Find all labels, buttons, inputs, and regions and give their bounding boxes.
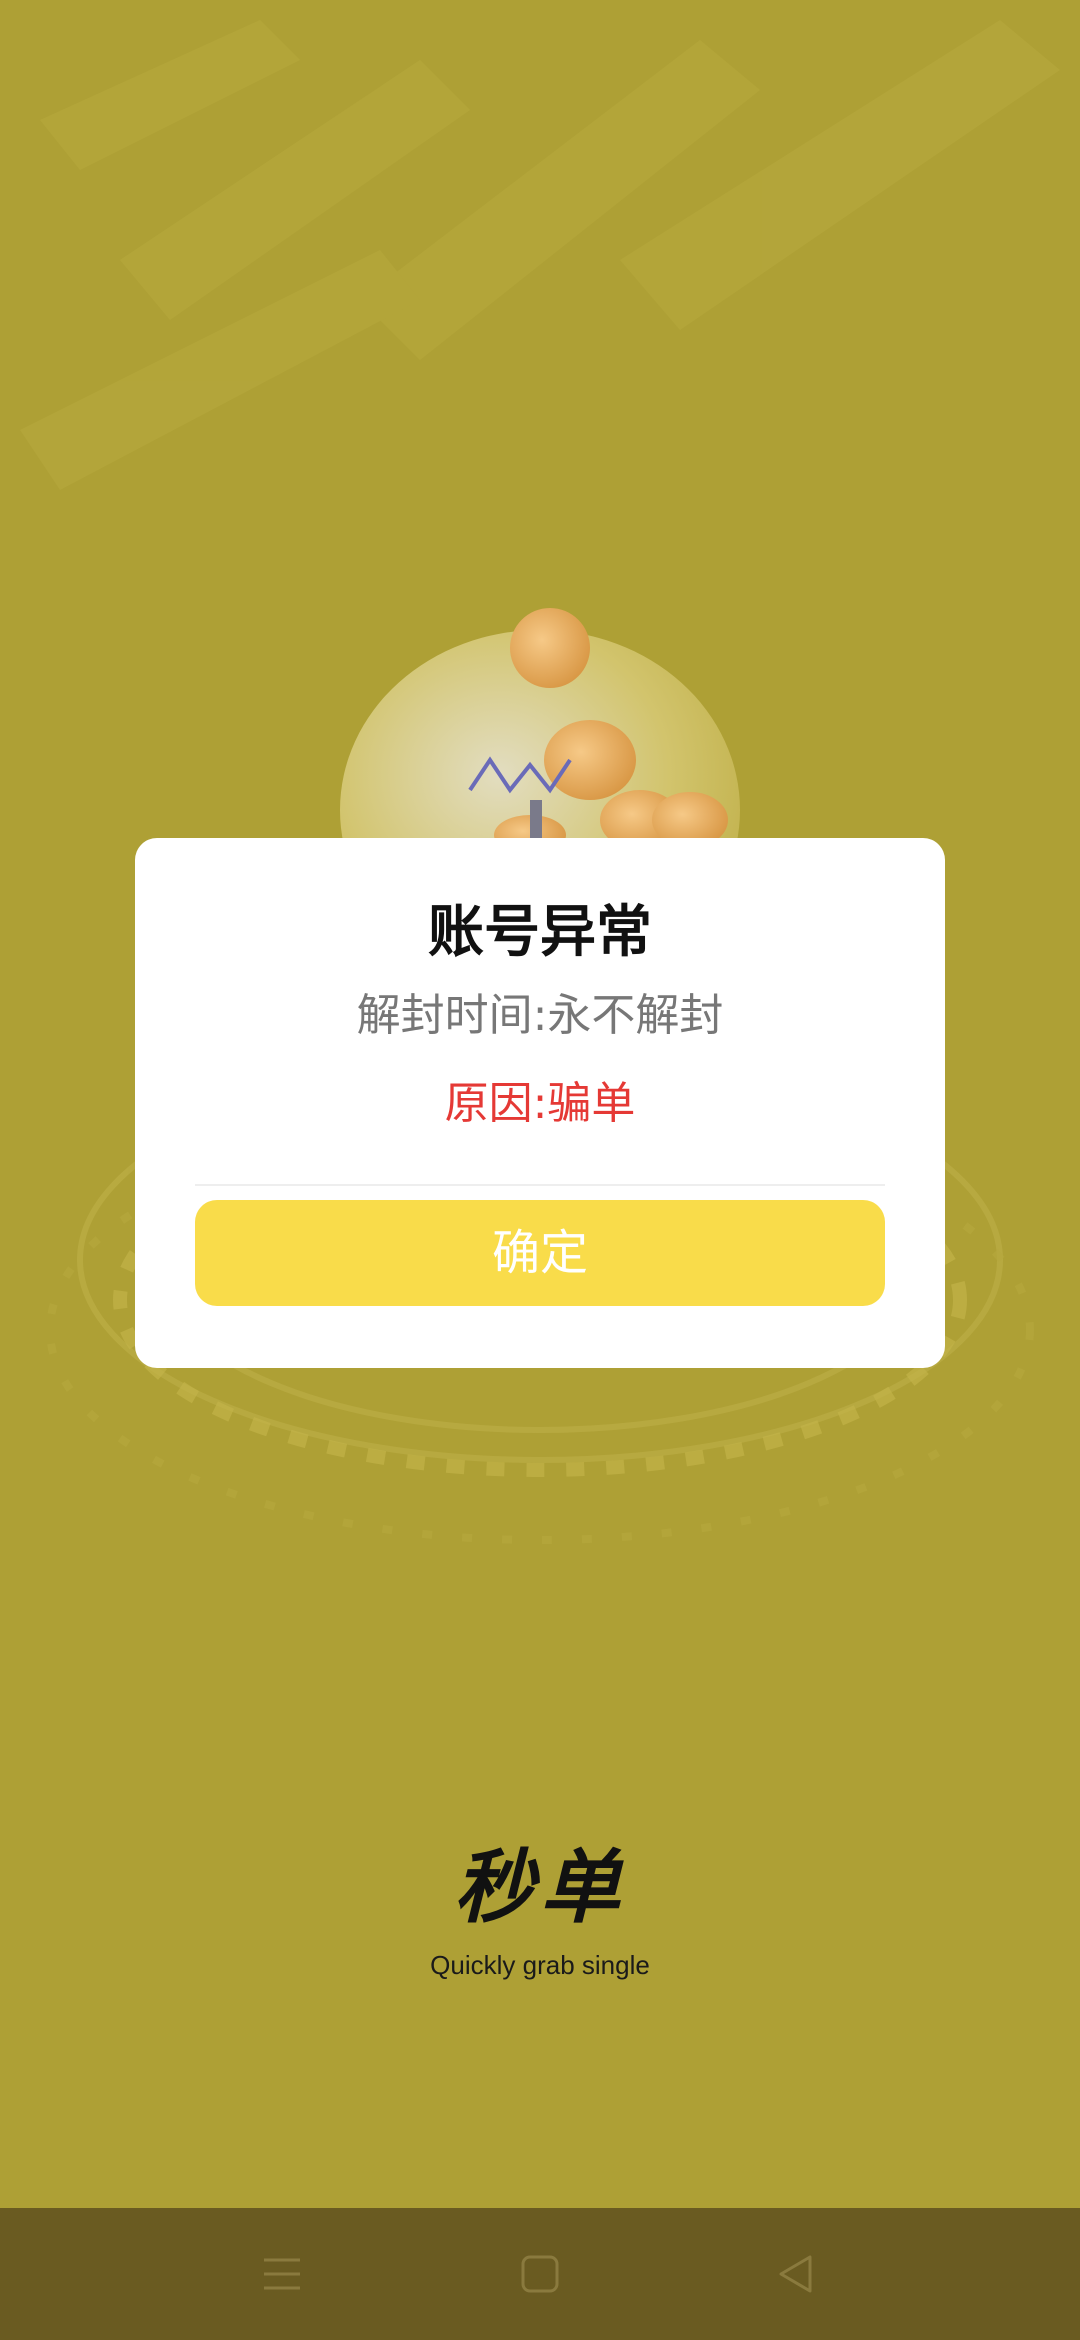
dialog-title: 账号异常: [428, 900, 652, 965]
ban-reason-text: 原因:骗单: [444, 1078, 636, 1129]
account-abnormal-dialog: 账号异常 解封时间:永不解封 原因:骗单 确定: [135, 838, 945, 1368]
dialog-divider: [195, 1184, 885, 1186]
app-logo: 秒单: [454, 1841, 626, 1934]
menu-icon[interactable]: [242, 2234, 322, 2314]
back-icon[interactable]: [756, 2234, 836, 2314]
home-icon[interactable]: [500, 2234, 580, 2314]
unblock-time-text: 解封时间:永不解封: [356, 990, 724, 1041]
system-nav-bar: [0, 2208, 1080, 2340]
confirm-button[interactable]: 确定: [195, 1200, 885, 1306]
app-slogan: Quickly grab single: [430, 1950, 650, 1980]
